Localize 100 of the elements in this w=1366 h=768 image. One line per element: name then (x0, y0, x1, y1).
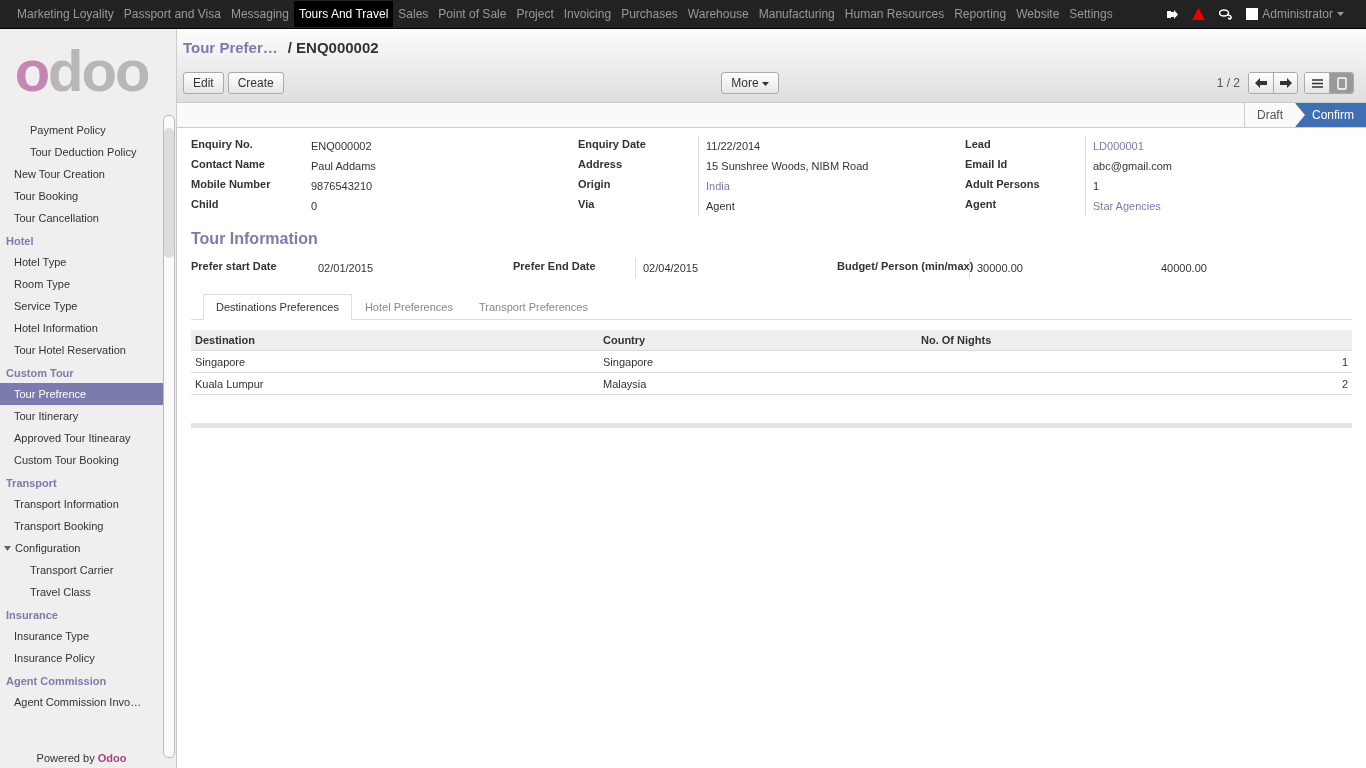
app-menu-item[interactable]: Project (511, 1, 559, 27)
table-cell: Singapore (191, 350, 599, 373)
status-step[interactable]: Draft (1243, 103, 1295, 127)
sidebar-item[interactable]: Insurance Type (0, 625, 163, 647)
sidebar-item[interactable]: Transport Booking (0, 515, 163, 537)
powered-by-text: Powered by Odoo (35, 751, 128, 766)
field-label: Agent (965, 197, 998, 212)
sidebar-item[interactable]: Transport Carrier (0, 559, 163, 581)
field-label: Adult Persons (965, 177, 1041, 192)
user-menu[interactable]: Administrator (1246, 7, 1344, 21)
sidebar-item[interactable]: Service Type (0, 295, 163, 317)
table-cell: Malaysia (599, 372, 917, 395)
list-view-button[interactable] (1305, 73, 1329, 93)
field-link[interactable]: India (698, 176, 965, 196)
field-label: Contact Name (191, 157, 266, 172)
app-menu-item[interactable]: Messaging (225, 1, 294, 27)
chat-icon[interactable] (1219, 8, 1233, 20)
sidebar-item[interactable]: Tour Deduction Policy (0, 141, 163, 163)
table-cell: Singapore (599, 350, 917, 373)
sidebar-item[interactable]: Hotel Information (0, 317, 163, 339)
scrollbar[interactable] (163, 115, 175, 758)
sidebar-heading: Agent Commission (5, 674, 108, 689)
sidebar-heading: Custom Tour (5, 366, 75, 381)
field-label: Mobile Number (191, 177, 272, 192)
tab[interactable]: Hotel Preferences (351, 294, 466, 320)
field-value: 1 (1085, 176, 1352, 196)
field-value: 40000.00 (1161, 261, 1208, 276)
logout-icon[interactable] (1166, 8, 1179, 20)
field-value: Paul Addams (311, 159, 377, 174)
sidebar-item[interactable]: Configuration (0, 537, 163, 559)
field-value: 02/01/2015 (318, 261, 375, 276)
sidebar-item[interactable]: Room Type (0, 273, 163, 295)
sidebar-item[interactable]: Hotel Type (0, 251, 163, 273)
section-title: Tour Information (191, 230, 319, 248)
sidebar-item[interactable]: Tour Cancellation (0, 207, 163, 229)
app-menu-item[interactable]: Purchases (616, 1, 683, 27)
app-menu-item[interactable]: Website (1011, 1, 1065, 27)
column-header[interactable]: Country (599, 330, 917, 351)
sidebar-heading: Hotel (5, 234, 35, 249)
field-value: Agent (698, 196, 965, 216)
warning-icon[interactable] (1192, 8, 1206, 20)
field-value: 11/22/2014 (698, 136, 965, 156)
app-menu-item[interactable]: Tours And Travel (293, 1, 394, 27)
app-menu-item[interactable]: Passport and Visa (118, 1, 226, 27)
sidebar-item[interactable]: Travel Class (0, 581, 163, 603)
avatar-icon (1246, 8, 1259, 20)
toolbar-button[interactable]: Create (227, 72, 284, 94)
app-menu-item[interactable]: Human Resources (839, 1, 950, 27)
sidebar-heading: Insurance (5, 608, 59, 623)
app-menu-item[interactable]: Marketing Loyality (12, 1, 119, 27)
app-menu-item[interactable]: Warehouse (682, 1, 754, 27)
arrow-right-icon (1279, 78, 1292, 88)
tab[interactable]: Destinations Preferences (203, 294, 352, 320)
column-header[interactable]: Destination (191, 330, 599, 351)
caret-icon[interactable] (4, 545, 11, 551)
sidebar-item[interactable]: Tour Hotel Reservation (0, 339, 163, 361)
sidebar-item[interactable]: Payment Policy (0, 119, 163, 141)
field-label: Enquiry No. (191, 137, 254, 152)
sidebar-item[interactable]: Tour Prefrence (0, 383, 163, 405)
app-menu-item[interactable]: Manufacturing (753, 1, 840, 27)
column-header[interactable]: No. Of Nights (917, 330, 1352, 351)
sidebar-item[interactable]: Agent Commission Invo… (0, 691, 163, 713)
field-value: 0 (311, 199, 319, 214)
tab[interactable]: Transport Preferences (465, 294, 601, 320)
field-label: Email Id (965, 157, 1009, 172)
app-menu-item[interactable]: Sales (393, 1, 434, 27)
sidebar-item[interactable]: Approved Tour Itinearay (0, 427, 163, 449)
field-label: Enquiry Date (578, 137, 647, 152)
record-title: / ENQ000002 (287, 39, 379, 56)
table-cell: 2 (917, 372, 1352, 395)
field-value: abc@gmail.com (1085, 156, 1352, 176)
toolbar-button[interactable]: Edit (183, 72, 224, 94)
field-label: Prefer End Date (513, 259, 597, 274)
app-menu-item[interactable]: Invoicing (558, 1, 617, 27)
field-label: Prefer start Date (191, 259, 278, 274)
sidebar-heading: Transport (5, 476, 58, 491)
more-button[interactable]: More (721, 72, 779, 94)
arrow-left-icon (1255, 78, 1267, 88)
sidebar-item[interactable]: Custom Tour Booking (0, 449, 163, 471)
sidebar-item[interactable]: Transport Information (0, 493, 163, 515)
field-value: 15 Sunshree Woods, NIBM Road (698, 156, 965, 176)
sidebar-item[interactable]: New Tour Creation (0, 163, 163, 185)
sidebar-item[interactable]: Tour Itinerary (0, 405, 163, 427)
list-icon (1311, 78, 1323, 88)
previous-button[interactable] (1249, 73, 1273, 93)
field-value: ENQ000002 (311, 139, 373, 154)
breadcrumb-link[interactable]: Tour Prefer… (183, 39, 278, 56)
caret-icon (1337, 12, 1344, 16)
app-menu-item[interactable]: Reporting (949, 1, 1012, 27)
field-link[interactable]: Star Agencies (1085, 196, 1352, 216)
pager-text: 1 / 2 (1216, 76, 1240, 90)
logo: odoo (13, 37, 150, 105)
app-menu-item[interactable]: Settings (1064, 1, 1118, 27)
app-menu-item[interactable]: Point of Sale (433, 1, 512, 27)
form-icon (1336, 76, 1347, 90)
next-button[interactable] (1273, 73, 1297, 93)
field-link[interactable]: LD000001 (1085, 136, 1352, 156)
status-step[interactable]: Confirm (1295, 103, 1366, 127)
sidebar-item[interactable]: Tour Booking (0, 185, 163, 207)
sidebar-item[interactable]: Insurance Policy (0, 647, 163, 669)
